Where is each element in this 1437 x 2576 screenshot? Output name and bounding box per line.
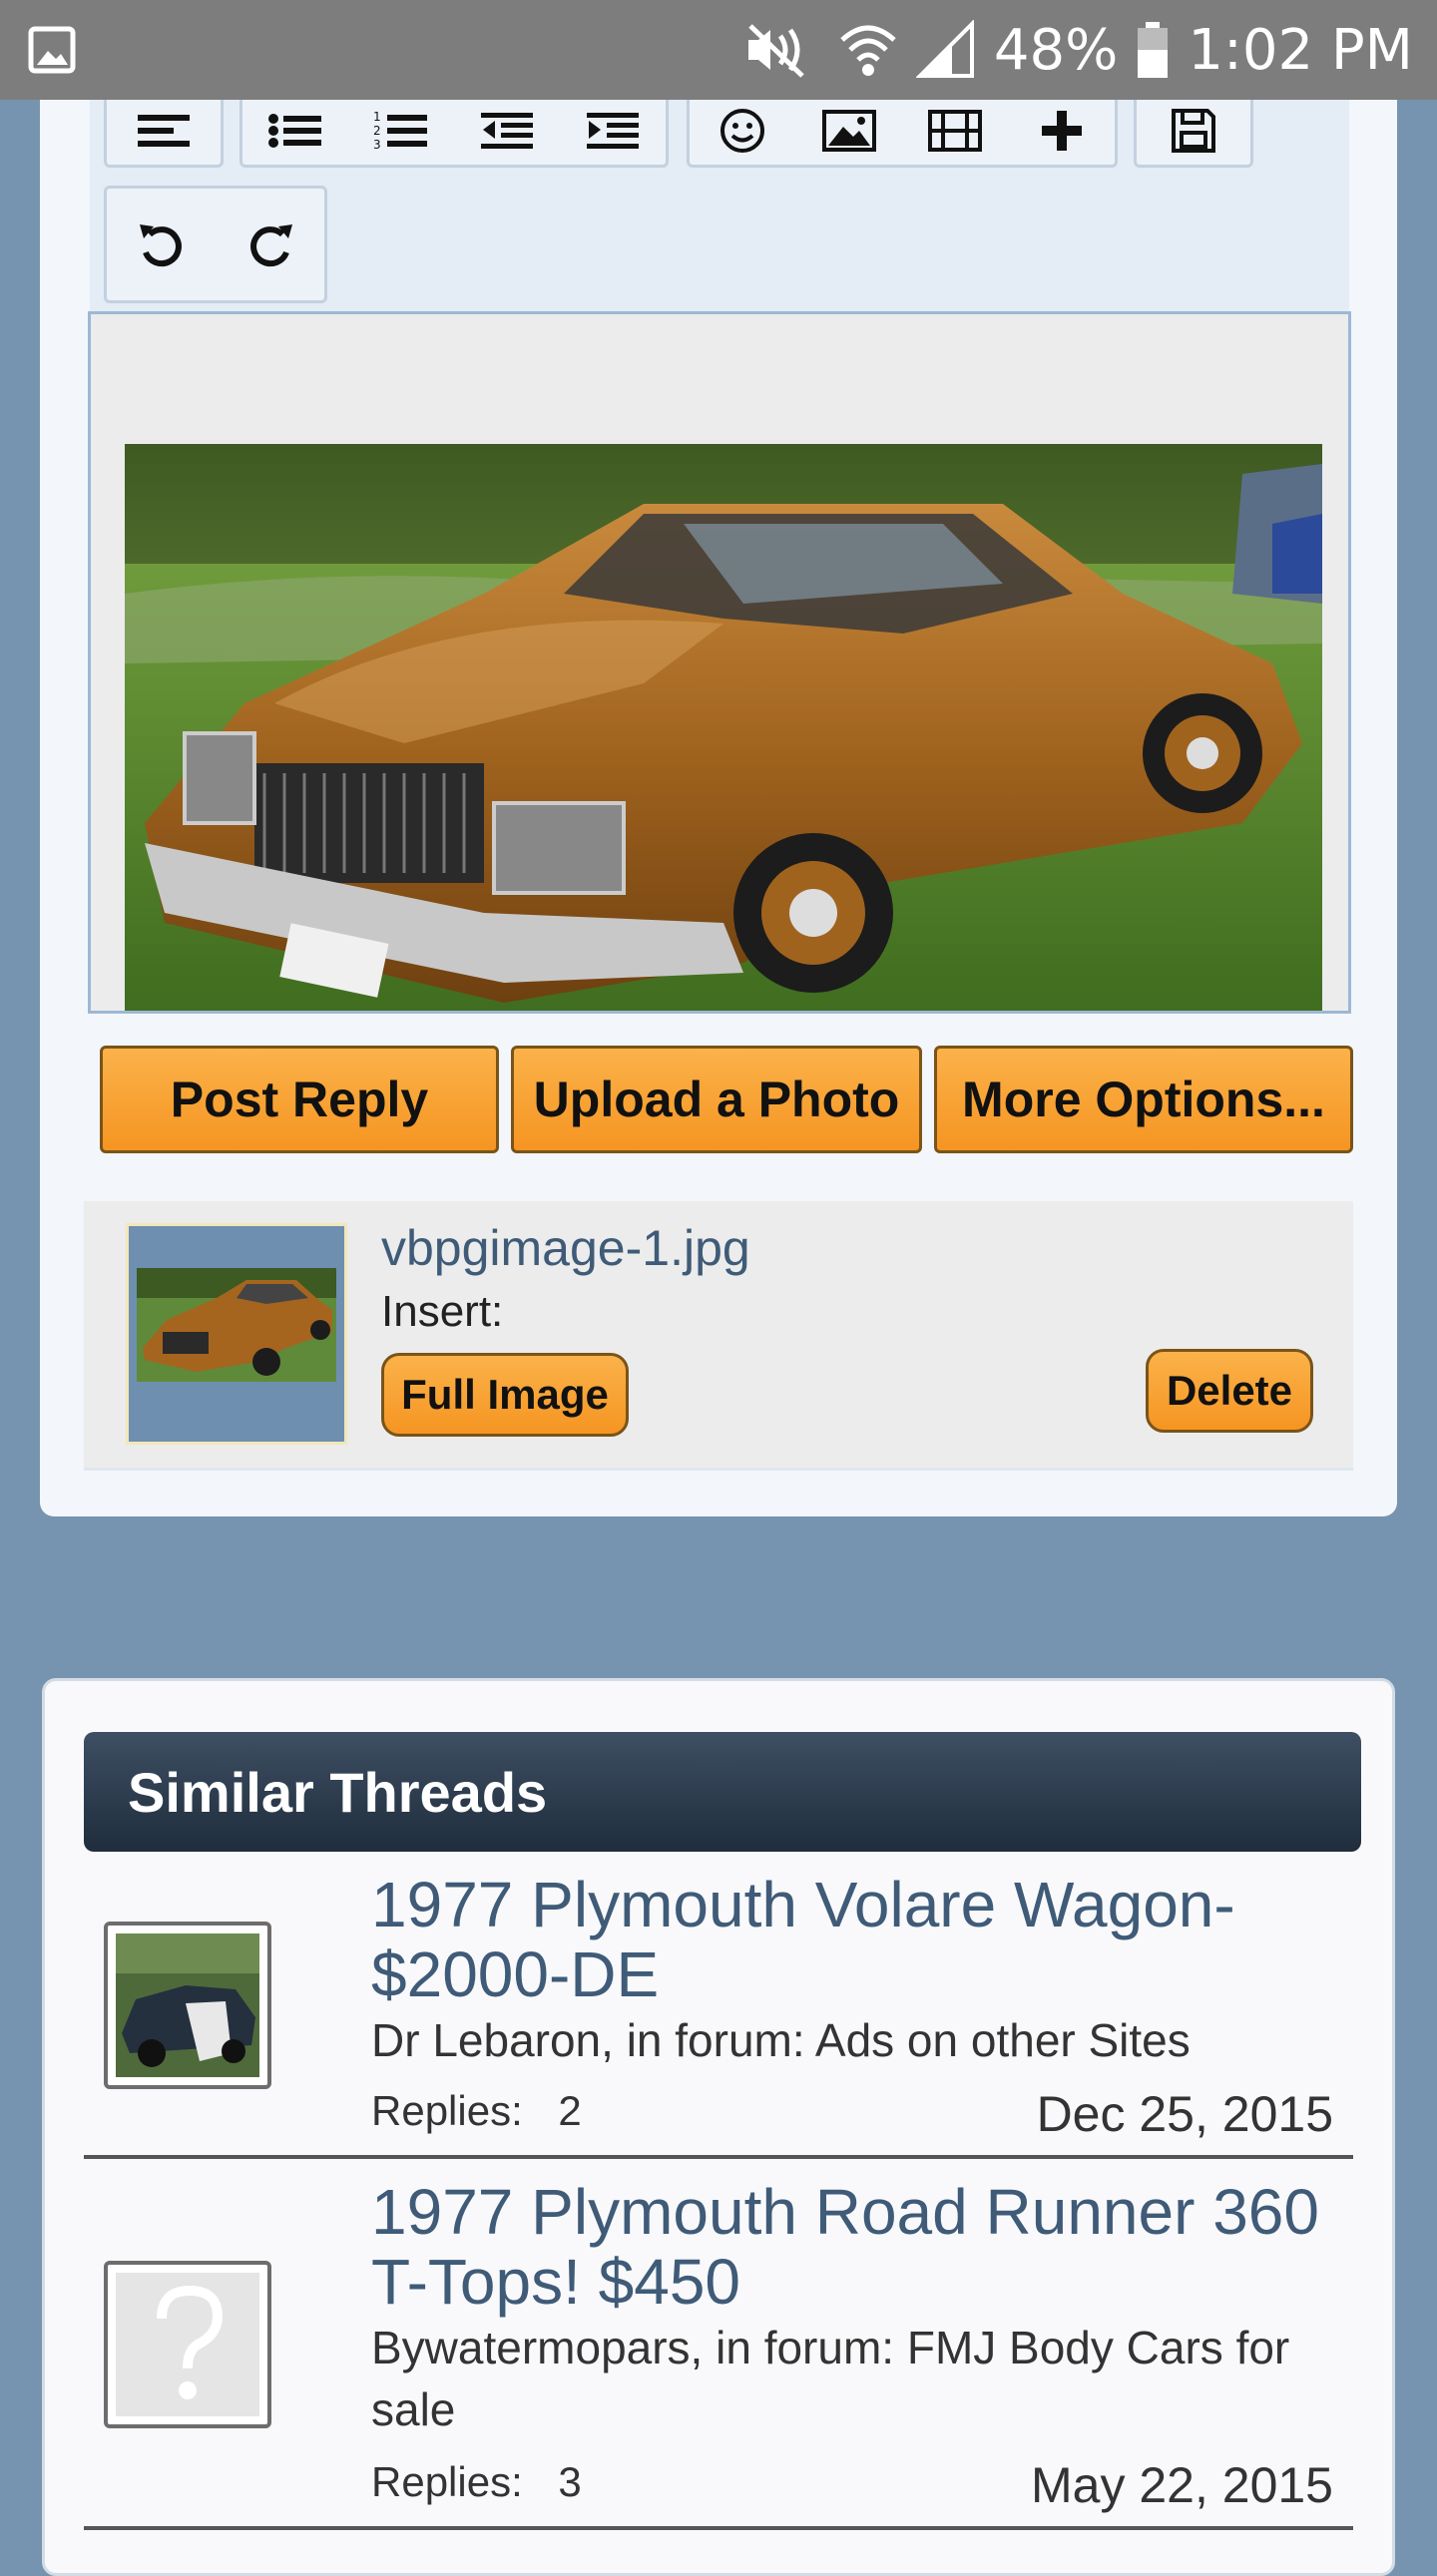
toolbar-group-insert: [687, 96, 1118, 168]
delete-attachment-button[interactable]: Delete: [1146, 1349, 1313, 1433]
thread-avatar[interactable]: [104, 1922, 271, 2089]
thread-meta: Dr Lebaron, in forum: Ads on other Sites: [371, 2014, 1191, 2066]
svg-text:2: 2: [373, 124, 381, 138]
toolbar-group-lists: 123: [240, 96, 669, 168]
redo-icon[interactable]: [236, 210, 305, 279]
mute-icon: [740, 20, 820, 80]
replies-count: 2: [558, 2087, 582, 2134]
wifi-icon: [838, 20, 898, 80]
thread-title[interactable]: 1977 Plymouth Volare Wagon- $2000-DE: [371, 1870, 1349, 2009]
svg-text:3: 3: [373, 138, 381, 152]
replies-label: Replies:: [371, 2458, 523, 2505]
gallery-icon: [28, 26, 76, 74]
undo-icon[interactable]: [127, 210, 197, 279]
attachment-thumbnail[interactable]: [126, 1223, 347, 1445]
toolbar-group-save: [1134, 96, 1253, 168]
thread-row[interactable]: 1977 Plymouth Volare Wagon- $2000-DE Dr …: [84, 1862, 1353, 2159]
car-photo: [125, 444, 1322, 1011]
signal-icon: [915, 20, 976, 80]
plus-icon[interactable]: [1027, 96, 1097, 166]
save-icon[interactable]: [1159, 96, 1228, 166]
thread-date: Dec 25, 2015: [1036, 2086, 1333, 2142]
insert-label: Insert:: [381, 1287, 504, 1336]
upload-photo-button[interactable]: Upload a Photo: [511, 1046, 922, 1153]
battery-percent: 48%: [993, 17, 1119, 83]
indent-icon[interactable]: [578, 96, 648, 166]
attachment-filename[interactable]: vbpgimage-1.jpg: [381, 1219, 750, 1277]
bulleted-list-icon[interactable]: [260, 96, 330, 166]
insert-full-image-button[interactable]: Full Image: [381, 1353, 629, 1437]
thread-row[interactable]: 1977 Plymouth Road Runner 360 T-Tops! $4…: [84, 2169, 1353, 2530]
thread-avatar[interactable]: [104, 2261, 271, 2428]
replies-label: Replies:: [371, 2087, 523, 2134]
toolbar-group-history: [104, 186, 327, 303]
message-content-area[interactable]: [88, 311, 1351, 1014]
outdent-icon[interactable]: [472, 96, 542, 166]
attachment-panel: vbpgimage-1.jpg Insert: Full Image Delet…: [84, 1201, 1353, 1471]
thread-replies: Replies: 2: [371, 2087, 582, 2135]
thread-replies: Replies: 3: [371, 2458, 582, 2506]
clock: 1:02 PM: [1188, 17, 1413, 83]
post-reply-button[interactable]: Post Reply: [100, 1046, 499, 1153]
replies-count: 3: [558, 2458, 582, 2505]
image-icon[interactable]: [814, 96, 884, 166]
thread-date: May 22, 2015: [1031, 2457, 1333, 2513]
more-options-button[interactable]: More Options...: [934, 1046, 1353, 1153]
toolbar-group-align: [104, 96, 224, 168]
video-icon[interactable]: [920, 96, 990, 166]
status-bar: 48% 1:02 PM: [0, 0, 1437, 100]
similar-threads-header: Similar Threads: [84, 1732, 1361, 1852]
align-left-icon[interactable]: [129, 96, 199, 166]
smiley-icon[interactable]: [708, 96, 777, 166]
svg-text:1: 1: [373, 110, 381, 124]
thread-title[interactable]: 1977 Plymouth Road Runner 360 T-Tops! $4…: [371, 2177, 1349, 2317]
thread-meta: Bywatermopars, in forum: FMJ Body Cars f…: [371, 2322, 1290, 2435]
numbered-list-icon[interactable]: 123: [366, 96, 436, 166]
battery-icon: [1136, 20, 1170, 80]
